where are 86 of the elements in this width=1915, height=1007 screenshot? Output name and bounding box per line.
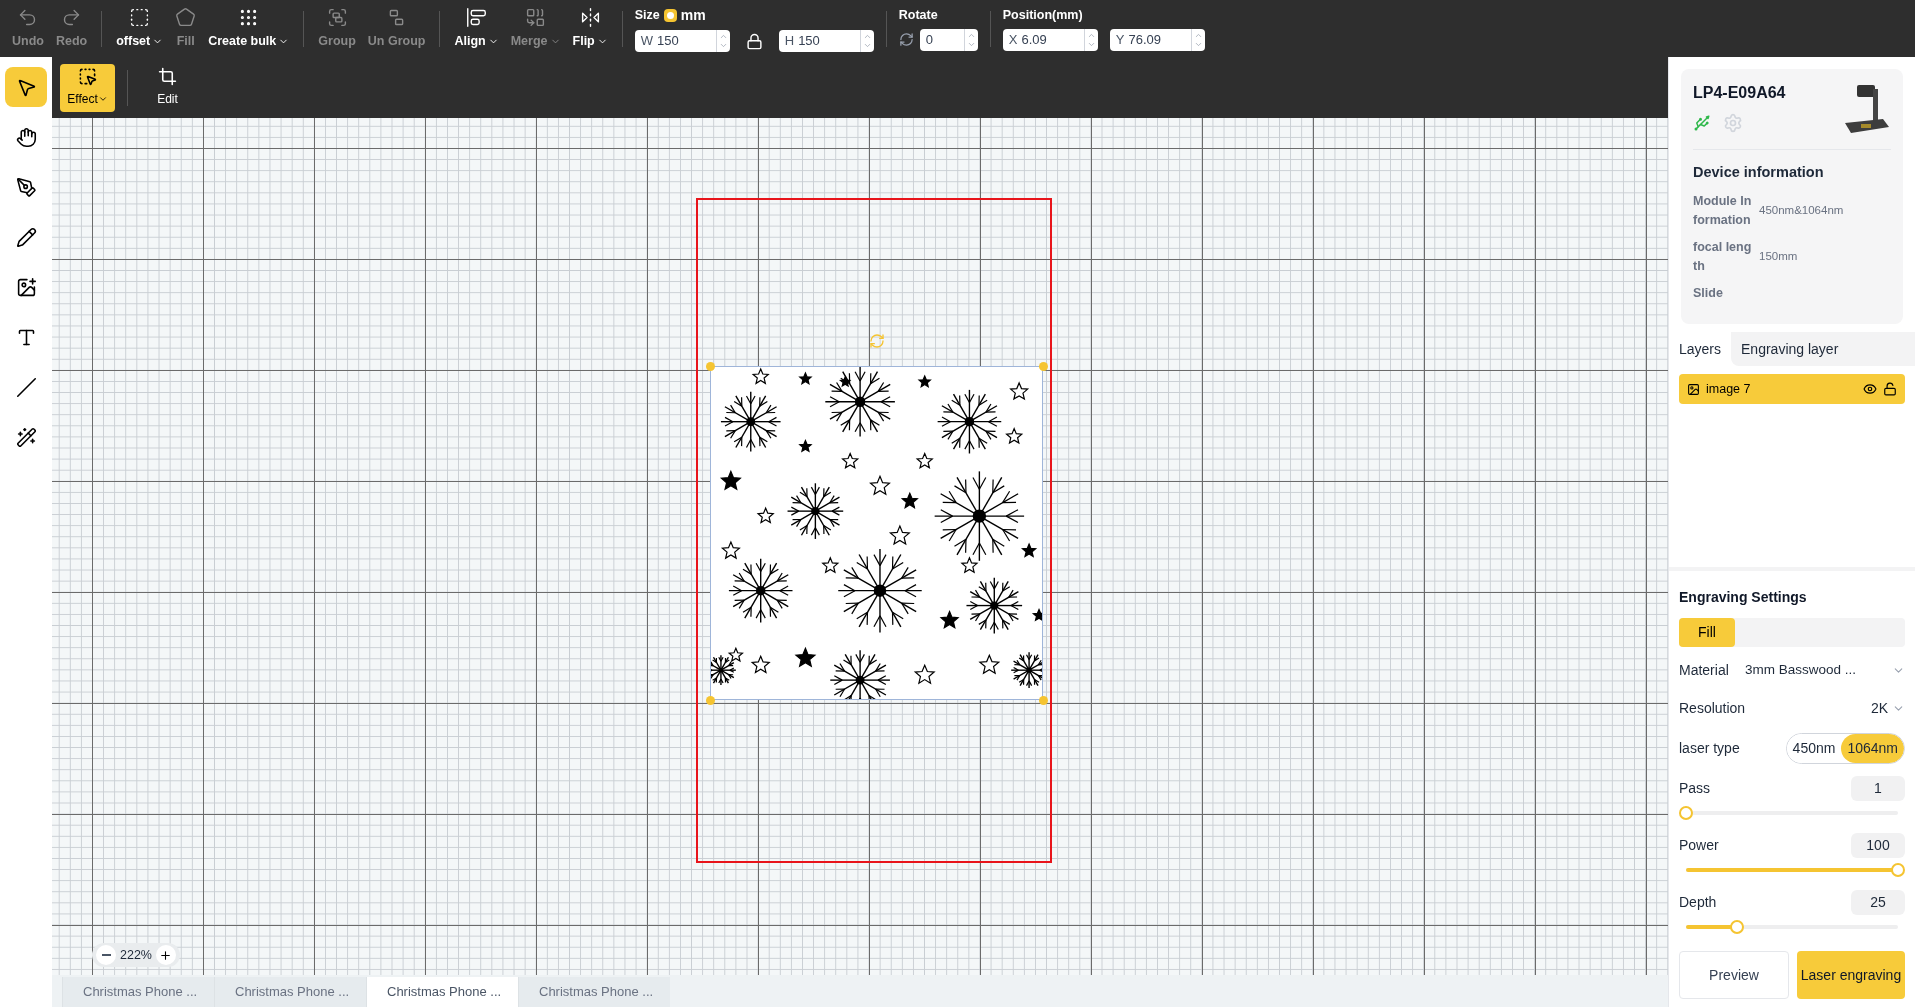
settings-icon[interactable] (1723, 113, 1743, 133)
minus-icon (101, 954, 111, 956)
down-chevron-icon[interactable] (862, 41, 872, 50)
y-position-field[interactable]: Y 76.09 (1109, 28, 1205, 51)
layer-name: image 7 (1706, 380, 1752, 398)
resolution-dropdown[interactable]: 2K (1870, 697, 1905, 719)
plus-icon (159, 948, 173, 962)
preview-button[interactable]: Preview (1679, 951, 1789, 999)
value-field[interactable]: 100 (1851, 833, 1905, 858)
caret-icon (97, 94, 108, 104)
file-tab[interactable]: Christmas Phone ... (62, 977, 214, 1007)
slider-label: Power (1679, 836, 1719, 855)
material-dropdown[interactable]: 3mm Basswood ... (1745, 659, 1905, 681)
up-chevron-icon[interactable] (718, 32, 728, 41)
slider-label: Pass (1679, 779, 1711, 798)
zoom-out-button[interactable] (96, 945, 116, 965)
laser-engraving-button[interactable]: Laser engraving (1797, 951, 1905, 999)
device-name: LP4-E09A64 (1693, 83, 1786, 103)
dashed-square-icon (129, 6, 151, 28)
value-field[interactable]: 25 (1851, 890, 1905, 915)
info-value: 150mm (1759, 249, 1798, 265)
position-label: Position(mm) (1002, 7, 1084, 25)
material-label: Material (1679, 660, 1730, 680)
magic-wand-icon (15, 426, 37, 448)
mode-tab[interactable]: Fill (1679, 618, 1735, 647)
layer-tab[interactable]: Engraving layer (1731, 332, 1915, 366)
slider-thumb[interactable] (1679, 806, 1693, 820)
zoom-level: 222% (120, 946, 152, 964)
toolbar-button[interactable]: offset (110, 3, 170, 54)
usb-icon (1693, 114, 1711, 132)
size-label: Size (634, 7, 660, 25)
rotate-icon (898, 32, 914, 48)
slider-thumb[interactable] (1729, 920, 1744, 934)
value-field[interactable]: 1 (1851, 776, 1905, 801)
info-label: Slide (1693, 284, 1724, 302)
x-position-field[interactable]: X 6.09 (1002, 28, 1098, 51)
laser-type-option[interactable]: 1064nm (1841, 734, 1904, 763)
file-tab[interactable]: Christmas Phone ... (518, 977, 670, 1007)
effect-tool-button[interactable]: Effect (60, 63, 115, 112)
resize-handle[interactable] (706, 696, 715, 705)
toolbar-button[interactable]: Create bulk (202, 3, 296, 54)
unit-toggle[interactable] (663, 9, 677, 22)
image-add-icon (15, 276, 37, 298)
flip-icon (579, 6, 601, 28)
file-tab[interactable]: Christmas Phone ... (214, 977, 366, 1007)
unit-label: mm (680, 6, 706, 25)
snowflake-pattern-image[interactable] (710, 366, 1043, 700)
rotate-field[interactable]: 0 (919, 28, 978, 51)
width-field[interactable]: W 150 (634, 30, 730, 52)
eye-icon[interactable] (1863, 382, 1877, 396)
align-left-icon (466, 6, 488, 28)
pentagon-icon (175, 6, 197, 28)
up-chevron-icon[interactable] (862, 32, 872, 41)
image-icon (1687, 382, 1700, 396)
rotate-handle-icon[interactable] (869, 333, 885, 349)
hand-icon (15, 126, 37, 148)
rotate-label: Rotate (898, 7, 939, 25)
resize-handle[interactable] (1039, 362, 1048, 371)
engraving-settings-title: Engraving Settings (1679, 588, 1808, 607)
resize-handle[interactable] (706, 362, 715, 371)
down-chevron-icon[interactable] (718, 41, 728, 50)
file-tab[interactable]: Christmas Phone ... (366, 977, 518, 1007)
unlock-icon[interactable] (1883, 382, 1897, 396)
effect-tool-button[interactable]: Edit (140, 63, 195, 112)
toolbar-button[interactable]: Align (448, 3, 505, 54)
pen-icon (15, 176, 37, 198)
info-value: 450nm&1064nm (1759, 203, 1844, 219)
zoom-in-button[interactable] (156, 945, 176, 965)
resolution-label: Resolution (1679, 698, 1746, 718)
slider-thumb[interactable] (1891, 863, 1905, 877)
lock-icon[interactable] (745, 32, 763, 50)
device-info-title: Device information (1693, 163, 1825, 182)
layer-row[interactable]: image 7 (1679, 374, 1905, 404)
line-icon (15, 376, 37, 398)
tool-button[interactable] (5, 67, 47, 107)
crop-icon (158, 67, 177, 86)
laser-type-label: laser type (1679, 739, 1740, 758)
toolbar-button[interactable]: Flip (566, 3, 614, 54)
merge-icon (525, 6, 547, 28)
pencil-icon (15, 226, 37, 248)
info-label: Module Information (1693, 192, 1753, 229)
group-icon (326, 6, 348, 28)
slider-label: Depth (1679, 893, 1717, 912)
info-label: focal length (1693, 238, 1753, 275)
resize-handle[interactable] (1039, 696, 1048, 705)
height-field[interactable]: H 150 (778, 30, 874, 52)
